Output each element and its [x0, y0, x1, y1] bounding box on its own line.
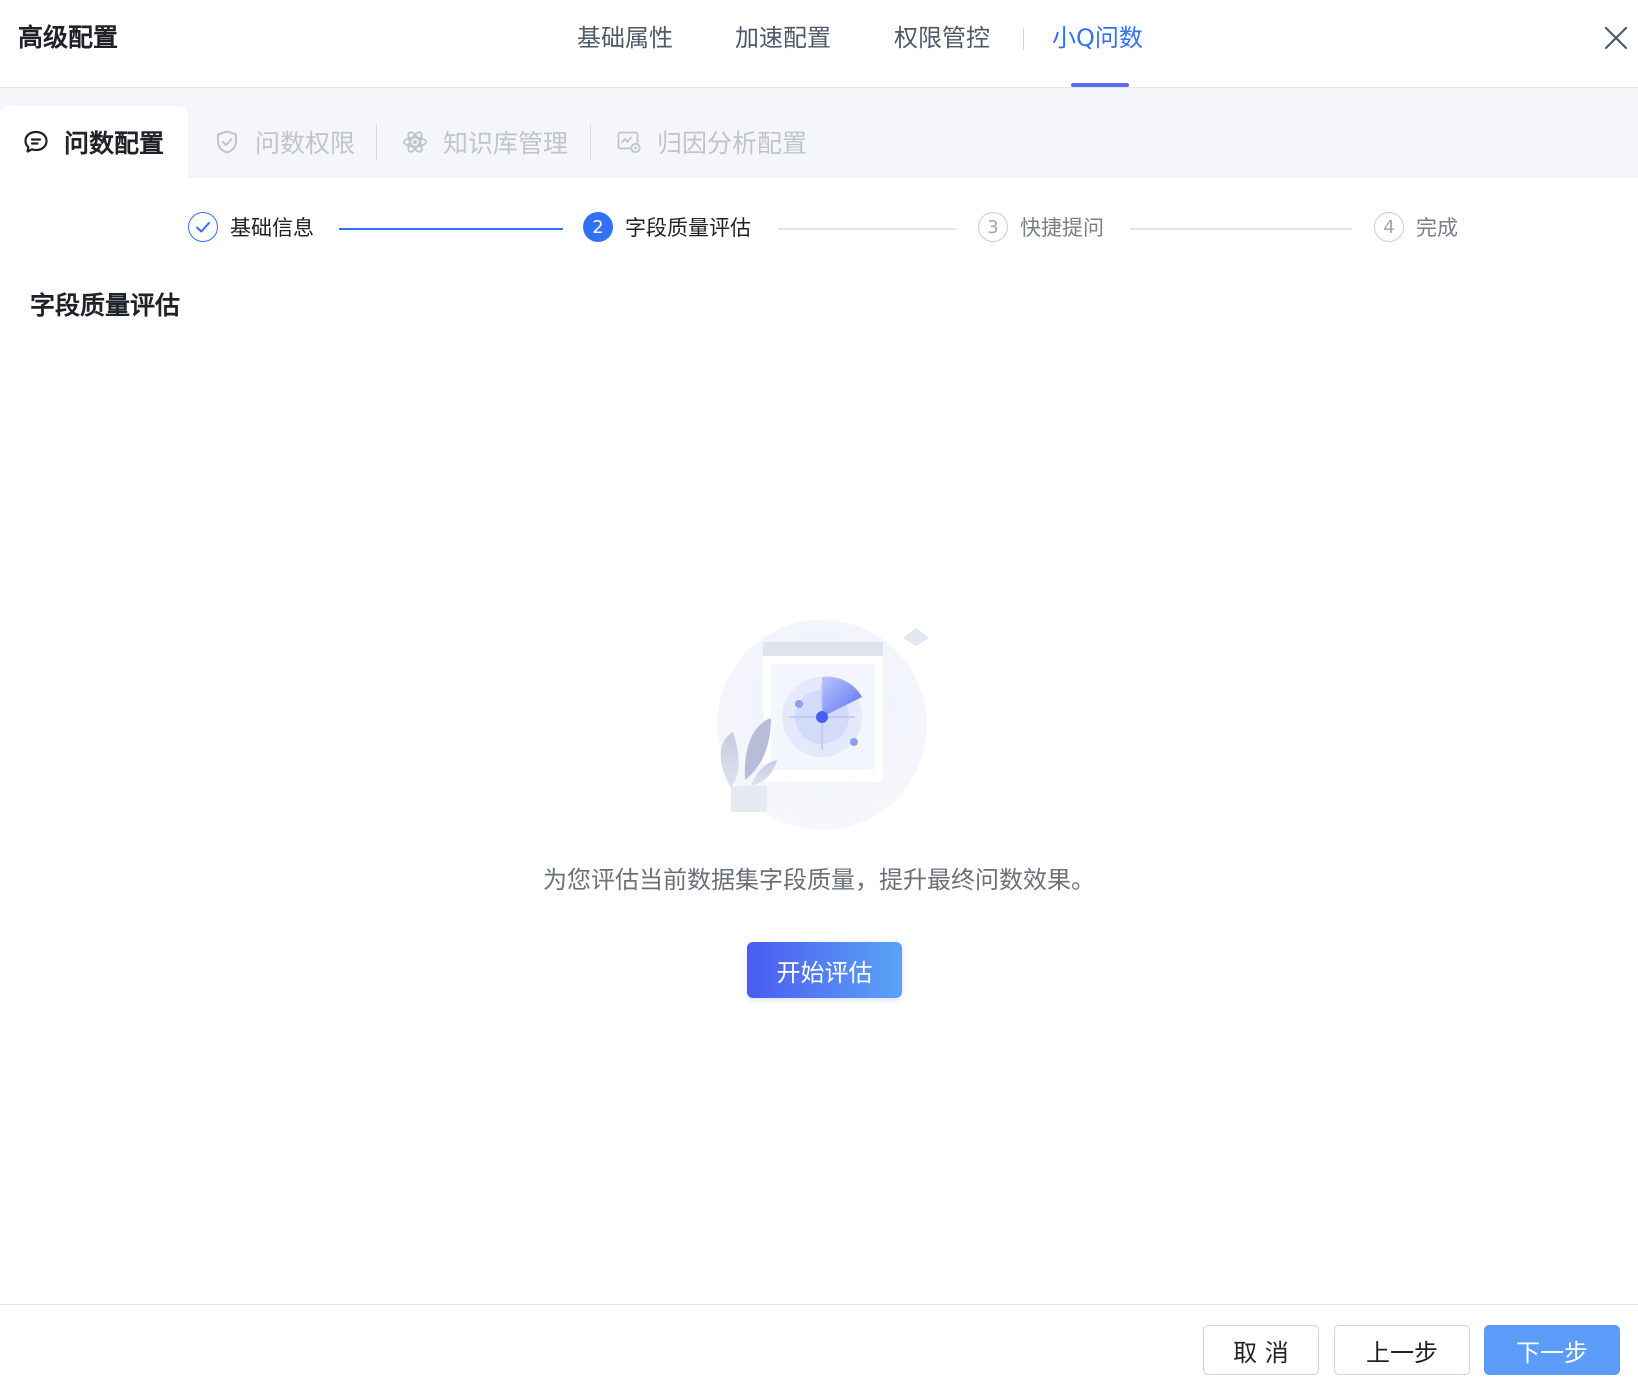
dialog-title: 高级配置	[18, 23, 119, 52]
step-number-circle: 4	[1374, 212, 1404, 242]
step-basic-info: 基础信息	[188, 212, 314, 242]
step-connector	[778, 228, 956, 230]
subtab-label: 归因分析配置	[657, 129, 808, 158]
step-quick-questions: 3 快捷提问	[978, 212, 1104, 242]
chat-bubble-icon	[24, 130, 48, 153]
step-connector	[1130, 228, 1352, 230]
dialog-header: 高级配置 基础属性 加速配置 权限管控 小Q问数	[0, 0, 1638, 88]
step-label: 基础信息	[230, 216, 314, 240]
subtab-label: 知识库管理	[443, 129, 569, 158]
dialog-footer: 取 消 上一步 下一步	[0, 1304, 1638, 1396]
tab-permission-control[interactable]: 权限管控	[894, 18, 990, 58]
previous-step-button[interactable]: 上一步	[1334, 1325, 1470, 1375]
close-button[interactable]	[1600, 22, 1632, 54]
cancel-button[interactable]: 取 消	[1203, 1325, 1319, 1375]
step-label: 完成	[1416, 216, 1458, 240]
tab-separator	[1023, 28, 1024, 50]
step-indicator: 基础信息 2 字段质量评估 3 快捷提问 4 完成	[0, 200, 1638, 260]
shield-check-icon	[217, 130, 237, 154]
analysis-chart-icon	[617, 131, 641, 154]
step-number-circle: 2	[583, 212, 613, 242]
radar-scan-illustration	[717, 620, 929, 830]
empty-state-description: 为您评估当前数据集字段质量，提升最终问数效果。	[543, 866, 1095, 894]
step-complete: 4 完成	[1374, 212, 1458, 242]
tab-xiaoq-ask-data[interactable]: 小Q问数	[1052, 18, 1143, 58]
step-done-circle	[188, 212, 218, 242]
step-connector	[339, 228, 563, 230]
atom-icon	[403, 131, 427, 153]
next-step-button[interactable]: 下一步	[1484, 1325, 1620, 1375]
subtab-label: 问数配置	[64, 129, 165, 158]
subtab-ask-data-config[interactable]: 问数配置	[0, 106, 188, 178]
advanced-config-dialog: 高级配置 基础属性 加速配置 权限管控 小Q问数 问数配置 问数权限 知识库管理…	[0, 0, 1638, 1396]
check-icon	[196, 222, 210, 233]
subtab-attribution-analysis[interactable]: 归因分析配置	[615, 106, 807, 178]
subtab-ask-data-permission[interactable]: 问数权限	[213, 106, 355, 178]
tab-acceleration-config[interactable]: 加速配置	[735, 18, 831, 58]
section-title: 字段质量评估	[30, 291, 181, 320]
start-evaluation-button[interactable]: 开始评估	[747, 942, 902, 998]
subtab-separator	[590, 124, 591, 160]
tab-basic-properties[interactable]: 基础属性	[577, 18, 673, 58]
step-label: 快捷提问	[1020, 216, 1104, 240]
subtab-separator	[376, 124, 377, 160]
subtab-knowledge-base[interactable]: 知识库管理	[401, 106, 568, 178]
close-icon	[1604, 26, 1628, 50]
step-label: 字段质量评估	[625, 216, 751, 240]
active-tab-indicator	[1071, 83, 1129, 87]
subtab-label: 问数权限	[255, 129, 356, 158]
step-number-circle: 3	[978, 212, 1008, 242]
sub-tab-bar: 问数配置 问数权限 知识库管理 归因分析配置	[0, 88, 1638, 178]
step-field-quality: 2 字段质量评估	[583, 212, 751, 242]
